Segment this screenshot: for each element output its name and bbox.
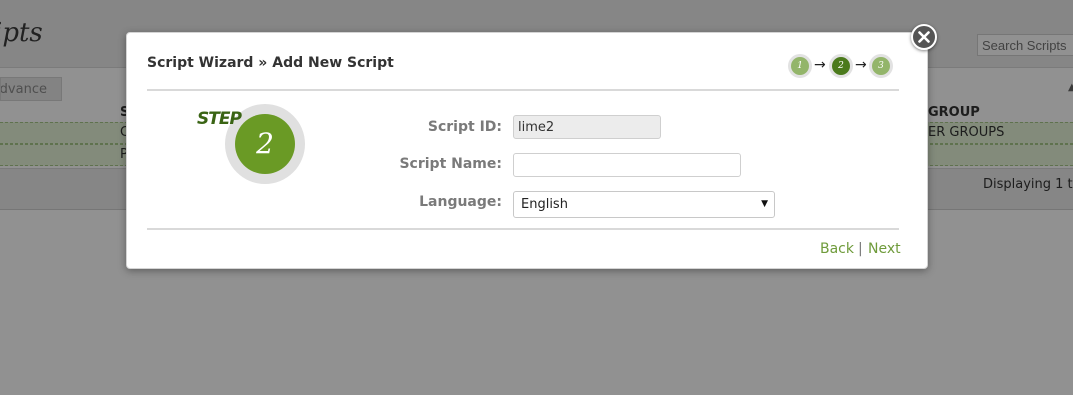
script-wizard-dialog: Script Wizard » Add New Script 1 → 2 → 3…: [126, 32, 928, 269]
script-name-field[interactable]: [513, 153, 741, 177]
caret-down-icon: ▼: [761, 199, 768, 209]
wizard-progress: 1 → 2 → 3: [788, 54, 898, 80]
dialog-title: Script Wizard » Add New Script: [147, 55, 394, 71]
progress-step-2: 2: [829, 54, 853, 78]
progress-step-3-number: 3: [872, 57, 890, 75]
close-icon: [918, 31, 930, 43]
arrow-right-icon: →: [814, 57, 826, 73]
close-button[interactable]: [911, 24, 937, 50]
language-select[interactable]: English ▼: [513, 191, 775, 218]
divider-top: [147, 89, 899, 91]
arrow-right-icon: →: [855, 57, 867, 73]
nav-separator: |: [858, 241, 863, 257]
step-label: STEP: [197, 109, 242, 129]
divider-bottom: [147, 228, 899, 230]
language-label: Language:: [419, 194, 502, 210]
script-id-label: Script ID:: [427, 119, 502, 135]
next-link[interactable]: Next: [868, 241, 901, 257]
step-number: 2: [235, 114, 295, 174]
language-selected-value: English: [521, 197, 568, 212]
progress-step-1-number: 1: [791, 57, 809, 75]
progress-step-3: 3: [869, 54, 893, 78]
script-id-field[interactable]: [513, 115, 661, 139]
back-link[interactable]: Back: [820, 241, 854, 257]
progress-step-2-number: 2: [832, 57, 850, 75]
progress-step-1: 1: [788, 54, 812, 78]
script-name-label: Script Name:: [399, 156, 502, 172]
